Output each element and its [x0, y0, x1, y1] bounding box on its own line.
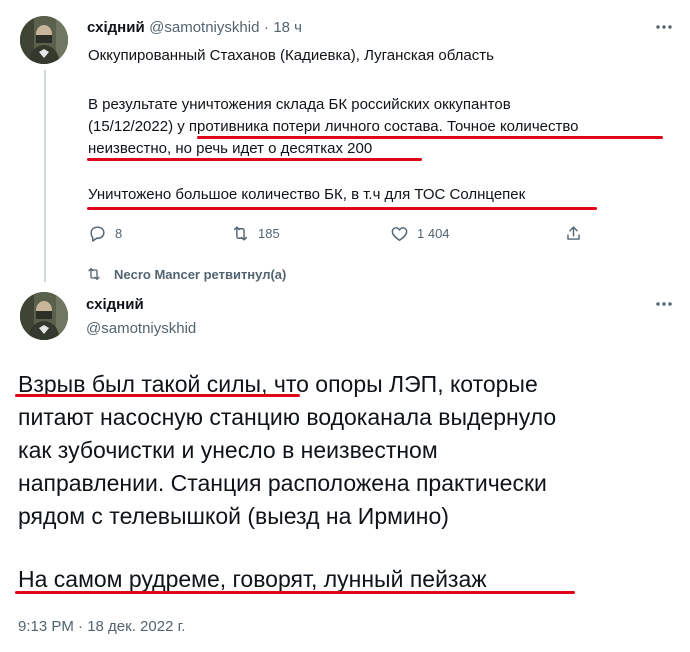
annotation-underline	[15, 591, 575, 594]
avatar-image	[20, 16, 68, 64]
annotation-underline	[87, 158, 422, 161]
separator-dot: ·	[263, 19, 269, 36]
tweet-text-line: Уничтожено большое количество БК, в т.ч …	[88, 186, 526, 203]
tweet-text-segment: у противника потери личного состава. Точ…	[177, 118, 579, 135]
retweeted-by-text: Necro Mancer ретвитнул(а)	[114, 266, 287, 282]
author-handle[interactable]: @samotniyskhid	[86, 320, 196, 337]
like-button[interactable]: 1 404	[390, 224, 450, 243]
author-name[interactable]: східний	[87, 19, 145, 36]
share-button[interactable]	[564, 224, 583, 243]
annotation-underline	[15, 394, 300, 397]
retweet-count: 185	[258, 226, 280, 241]
retweet-button[interactable]: 185	[231, 224, 280, 243]
retweet-banner[interactable]: Necro Mancer ретвитнул(а)	[86, 266, 286, 282]
like-count: 1 404	[417, 226, 450, 241]
annotation-underline	[197, 136, 663, 139]
reply-icon	[90, 226, 105, 242]
avatar-image	[20, 292, 68, 340]
more-icon[interactable]	[654, 294, 674, 319]
tweet-header: східний @samotniyskhid · 18 ч	[87, 19, 302, 37]
tweet-text-segment: (15/12/2022)	[88, 118, 178, 135]
reply-count: 8	[115, 226, 123, 241]
tweet-text-line: Оккупированный Стаханов (Кадиевка), Луга…	[88, 47, 494, 64]
more-icon[interactable]	[654, 17, 674, 42]
timestamp-text: 9:13 PM · 18 дек. 2022 г.	[18, 618, 186, 635]
tweet-timestamp[interactable]: 9:13 PM · 18 дек. 2022 г.	[18, 618, 185, 635]
annotation-underline	[87, 207, 597, 210]
avatar[interactable]	[20, 16, 68, 64]
thread-connector-line	[44, 70, 46, 282]
like-icon	[391, 227, 408, 241]
tweet-text-line: В результате уничтожения склада БК росси…	[88, 96, 511, 113]
share-icon	[567, 226, 580, 240]
tweet-text-line: направлении. Станция расположена практич…	[18, 470, 547, 496]
reply-button[interactable]: 8	[88, 224, 122, 243]
tweet-text-line: (15/12/2022) у противника потери личного…	[88, 117, 578, 137]
retweet-icon	[88, 268, 100, 280]
tweet-text-line: неизвестно, но речь идет о десятках 200	[88, 140, 373, 157]
author-name[interactable]: східний	[86, 296, 144, 313]
avatar[interactable]	[20, 292, 68, 340]
author-handle[interactable]: @samotniyskhid	[149, 19, 259, 36]
tweet-text-line: рядом с телевышкой (выезд на Ирмино)	[18, 503, 449, 529]
tweet-time[interactable]: 18 ч	[273, 19, 302, 36]
tweet-text-segment: , что опоры ЛЭП, которые	[261, 371, 538, 397]
tweet-text-line: питают насосную станцию водоканала выдер…	[18, 404, 557, 430]
retweet-icon	[233, 226, 248, 241]
tweet-text-line: как зубочистки и унесло в неизвестном	[18, 437, 438, 463]
